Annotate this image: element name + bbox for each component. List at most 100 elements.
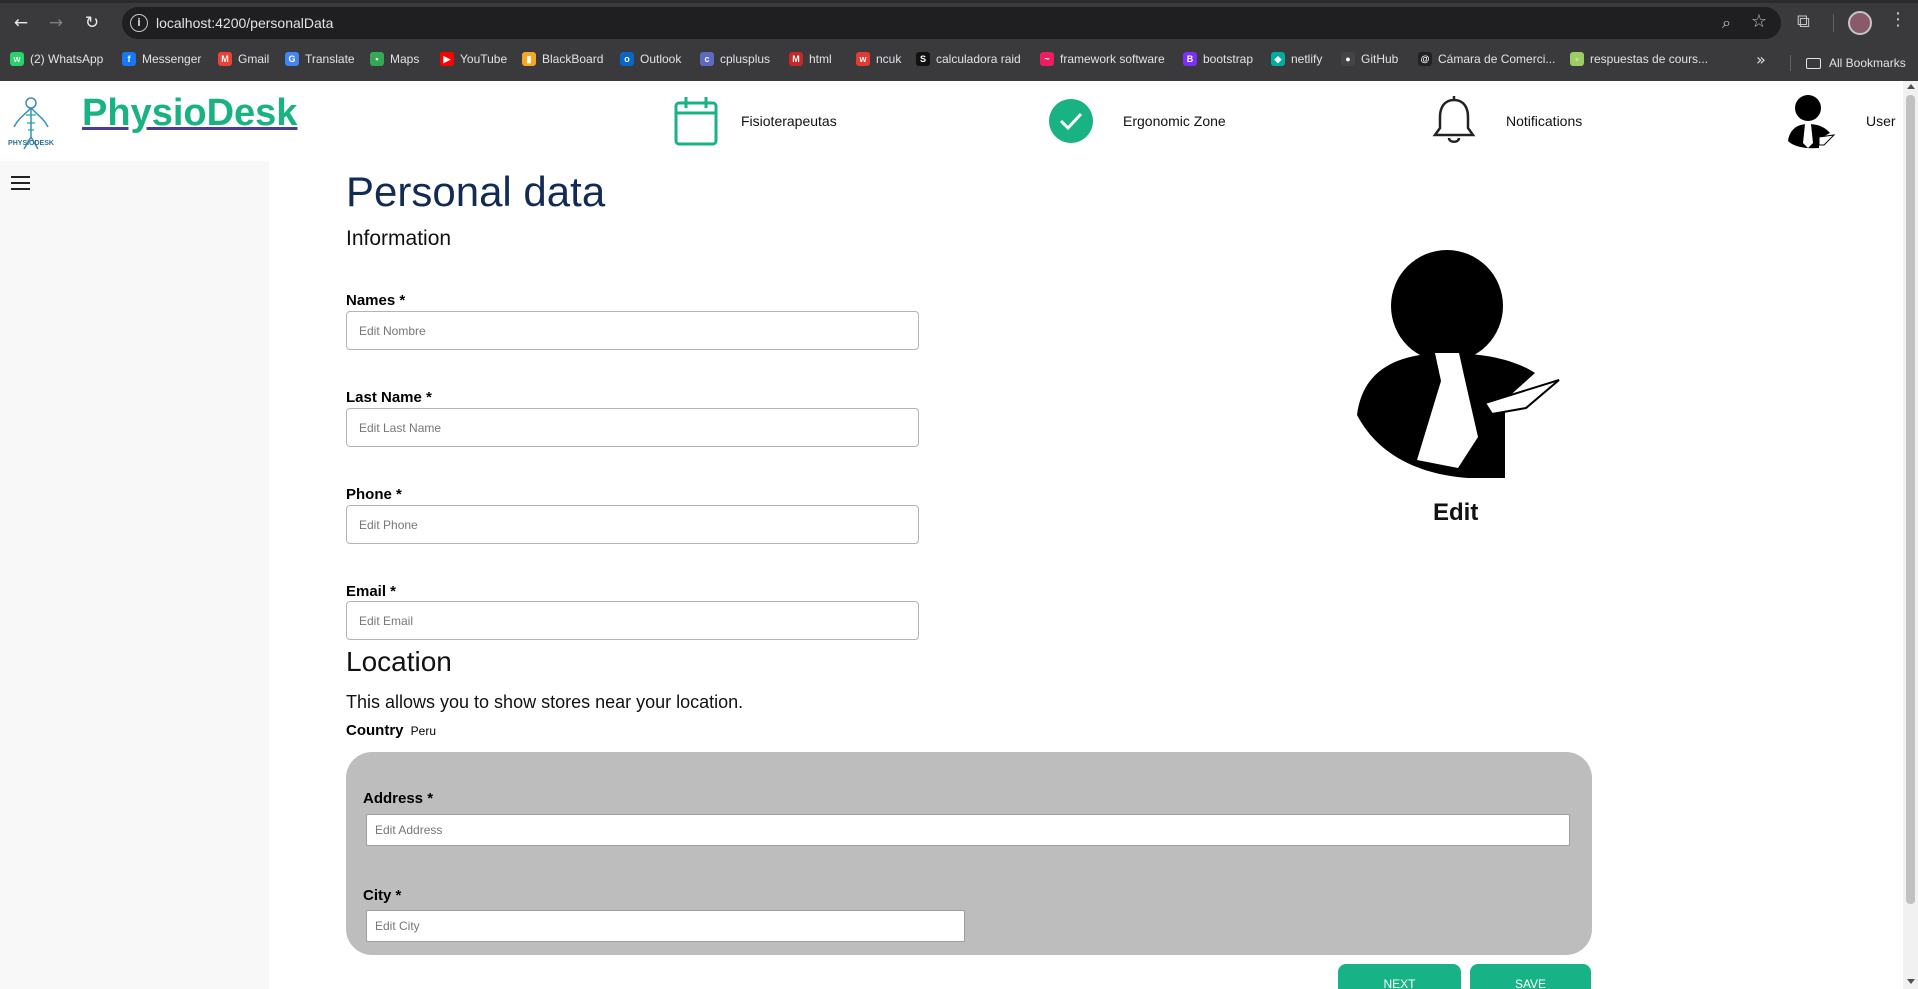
bookmark-favicon-icon: ▶	[440, 52, 454, 66]
bookmark-label: (2) WhatsApp	[30, 52, 104, 66]
all-bookmarks-button[interactable]: All Bookmarks	[1806, 56, 1906, 70]
country-label: Country	[346, 722, 404, 739]
bookmark-label: BlackBoard	[542, 52, 604, 66]
bookmark-label: Translate	[305, 52, 355, 66]
city-input[interactable]	[366, 910, 965, 942]
app-header: PHYSIODESK PhysioDesk Fisioterapeutas Er…	[0, 81, 1900, 161]
next-button[interactable]: NEXT	[1338, 964, 1461, 989]
bookmark-favicon-icon: ◆	[1271, 52, 1285, 66]
bookmark-item[interactable]: Mhtml	[789, 50, 832, 68]
profile-avatar[interactable]	[1848, 11, 1872, 35]
scroll-up-arrow-icon[interactable]	[1907, 84, 1915, 89]
bookmark-label: netlify	[1291, 52, 1323, 66]
bookmark-favicon-icon: B	[1183, 52, 1197, 66]
location-panel: Address * City *	[346, 752, 1592, 955]
bookmark-item[interactable]: Scalculadora raid	[916, 50, 1021, 68]
bookmark-label: Messenger	[142, 52, 202, 66]
bookmark-item[interactable]: ▫ respuestas de cours...	[1570, 50, 1708, 68]
site-info-icon[interactable]: i	[130, 14, 148, 32]
bookmark-label: cplusplus	[720, 52, 771, 66]
section-title-information: Information	[346, 227, 452, 250]
bookmark-label: Cámara de Comerci...	[1438, 52, 1556, 66]
bookmark-item[interactable]: w (2) WhatsApp	[10, 50, 103, 68]
bookmark-label: respuestas de cours...	[1590, 52, 1709, 66]
browser-menu-icon[interactable]: ⋮	[1889, 9, 1907, 30]
brand-title[interactable]: PhysioDesk	[82, 92, 297, 135]
more-bookmarks-icon[interactable]: »	[1756, 50, 1766, 69]
back-icon[interactable]: ←	[10, 12, 32, 34]
bookmark-favicon-icon: f	[122, 52, 136, 66]
bookmark-favicon-icon: G	[285, 52, 299, 66]
bookmark-item[interactable]: • Maps	[370, 50, 419, 68]
email-label: Email *	[346, 583, 397, 600]
check-circle-icon	[1049, 99, 1093, 143]
names-label: Names *	[346, 292, 406, 309]
bookmark-item[interactable]: f Messenger	[122, 50, 201, 68]
logo-text: PHYSIODESK	[8, 140, 54, 147]
bookmark-label: ncuk	[876, 52, 902, 66]
bookmark-favicon-icon: M	[218, 52, 232, 66]
last-name-label: Last Name *	[346, 389, 432, 406]
bookmark-item[interactable]: ● GitHub	[1341, 50, 1398, 68]
bookmark-item[interactable]: G Translate	[285, 50, 355, 68]
bookmark-favicon-icon: @	[1418, 52, 1432, 66]
menu-icon[interactable]	[11, 176, 30, 190]
zoom-icon[interactable]: ⌕	[1722, 13, 1731, 33]
phone-label: Phone *	[346, 486, 402, 503]
bookmark-item[interactable]: ◆ netlify	[1271, 50, 1322, 68]
bookmark-item[interactable]: o Outlook	[620, 50, 681, 68]
nav-user[interactable]: User	[1786, 81, 1896, 161]
address-bar[interactable]: i localhost:4200/personalData ⌕ ☆	[122, 7, 1781, 39]
bookmark-label: GitHub	[1361, 52, 1399, 66]
bookmark-item[interactable]: Bbootstrap	[1183, 50, 1253, 68]
bookmarks-divider	[1790, 55, 1791, 71]
bookmark-label: Maps	[390, 52, 420, 66]
page-title: Personal data	[346, 168, 606, 215]
bookmark-item[interactable]: ▮ BlackBoard	[522, 50, 603, 68]
names-input[interactable]	[346, 311, 919, 350]
phone-input[interactable]	[346, 505, 919, 544]
bookmark-item[interactable]: @ Cámara de Comerci...	[1418, 50, 1555, 68]
sidebar	[0, 161, 269, 989]
bookmark-favicon-icon: o	[620, 52, 634, 66]
bookmark-item[interactable]: M Gmail	[218, 50, 269, 68]
bookmark-star-icon[interactable]: ☆	[1751, 11, 1767, 32]
location-description: This allows you to show stores near your…	[346, 692, 744, 712]
physiodesk-logo[interactable]: PHYSIODESK	[6, 93, 56, 157]
city-label: City *	[363, 887, 402, 904]
nav-fisioterapeutas[interactable]: Fisioterapeutas	[673, 81, 837, 161]
extensions-icon[interactable]: ⧉	[1797, 11, 1810, 32]
bookmark-favicon-icon: •	[370, 52, 384, 66]
address-label: Address *	[363, 790, 434, 807]
nav-notifications[interactable]: Notifications	[1431, 81, 1582, 161]
nav-label-ergonomic-zone: Ergonomic Zone	[1123, 113, 1226, 129]
bookmark-favicon-icon: S	[916, 52, 930, 66]
bookmark-favicon-icon: c	[700, 52, 714, 66]
address-input[interactable]	[366, 814, 1570, 846]
nav-ergonomic-zone[interactable]: Ergonomic Zone	[1049, 81, 1226, 161]
last-name-input[interactable]	[346, 408, 919, 447]
url-text[interactable]: localhost:4200/personalData	[156, 15, 333, 31]
bookmark-item[interactable]: c cplusplus	[700, 50, 770, 68]
toolbar-divider	[1833, 14, 1834, 32]
section-title-location: Location	[346, 646, 452, 677]
bookmark-favicon-icon: ●	[1341, 52, 1355, 66]
nav-label-fisioterapeutas: Fisioterapeutas	[741, 113, 837, 129]
reload-icon[interactable]: ↻	[81, 12, 103, 34]
profile-avatar-image[interactable]	[1355, 250, 1563, 478]
bookmark-item[interactable]: ▶ YouTube	[440, 50, 507, 68]
save-button[interactable]: SAVE	[1470, 964, 1591, 989]
nav-label-user: User	[1866, 113, 1896, 129]
email-input[interactable]	[346, 601, 919, 640]
edit-avatar-link[interactable]: Edit	[1433, 499, 1478, 527]
forward-icon[interactable]: →	[45, 12, 67, 34]
scroll-down-arrow-icon[interactable]	[1907, 979, 1915, 984]
bookmark-favicon-icon: M	[789, 52, 803, 66]
bookmark-favicon-icon: ▫	[1570, 52, 1584, 66]
bookmark-item[interactable]: ~ framework software	[1040, 50, 1165, 68]
bookmark-item[interactable]: w ncuk	[856, 50, 901, 68]
scrollbar-thumb[interactable]	[1906, 95, 1915, 904]
country-row: Country Peru	[346, 722, 436, 739]
bookmark-favicon-icon: w	[856, 52, 870, 66]
bookmark-label: calculadora raid	[936, 52, 1021, 66]
